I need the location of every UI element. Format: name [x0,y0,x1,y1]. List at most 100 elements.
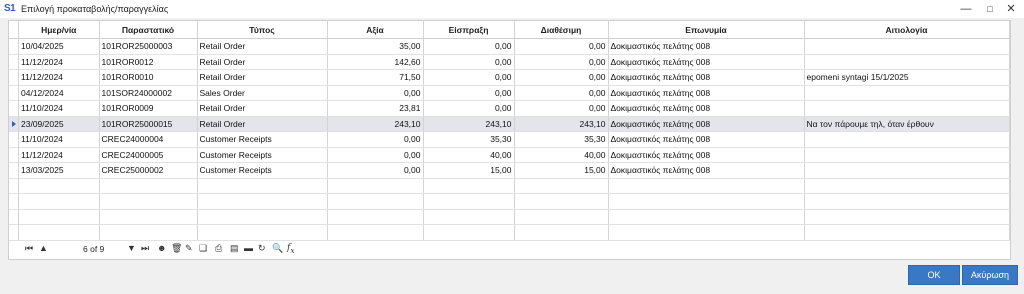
table-cell[interactable]: CREC24000005 [99,147,198,163]
function-icon[interactable]: fx [287,242,295,257]
table-cell[interactable]: 0,00 [514,100,609,117]
table-row[interactable]: 11/12/2024 CREC24000005 Customer Receipts 0… [19,147,1010,163]
table-cell[interactable]: 10/04/2025 [19,38,100,55]
table-cell[interactable]: Customer Receipts [197,162,328,179]
table-cell[interactable]: Δοκιμαστικός πελάτης 008 [608,116,805,132]
table-cell[interactable]: 142,60 [327,54,424,70]
column-header[interactable]: Είσπραξη [423,21,515,39]
table-cell[interactable]: 0,00 [423,54,515,70]
column-header[interactable]: Διαθέσιμη [514,21,609,39]
row-indicator[interactable] [9,163,19,179]
document-icon[interactable]: ▤ [230,242,239,254]
table-cell[interactable]: 11/10/2024 [19,131,100,148]
table-cell[interactable]: 11/12/2024 [19,54,100,70]
table-cell[interactable]: 0,00 [514,85,609,101]
table-cell[interactable]: 101ROR0010 [99,69,198,86]
table-cell[interactable] [804,100,1010,117]
table-row[interactable]: 10/04/2025 101ROR25000003 Retail Order 35,0… [19,38,1010,55]
table-cell[interactable]: Δοκιμαστικός πελάτης 008 [608,162,805,179]
column-header[interactable]: Ημερ/νία [19,21,100,39]
table-cell[interactable]: 23,81 [327,100,424,117]
table-row[interactable]: 23/09/2025 101ROR25000015 Retail Order 243,… [19,116,1010,132]
table-cell[interactable]: 101SOR24000002 [99,85,198,101]
table-cell[interactable]: Δοκιμαστικός πελάτης 008 [608,85,805,101]
user-icon[interactable]: ☻ [157,242,166,254]
column-header[interactable]: Αξία [327,21,424,39]
next-record-icon[interactable]: ▼ [127,242,136,254]
table-row[interactable]: 11/12/2024 101ROR0012 Retail Order 142,60 0,… [19,54,1010,70]
table-cell[interactable]: 35,30 [423,131,515,148]
table-cell[interactable]: 40,00 [514,147,609,163]
table-cell[interactable]: 13/03/2025 [19,162,100,179]
table-row[interactable]: 11/10/2024 CREC24000004 Customer Receipts 0… [19,131,1010,148]
table-cell[interactable]: 0,00 [327,162,424,179]
table-cell[interactable]: Retail Order [197,116,328,132]
table-cell[interactable]: Retail Order [197,100,328,117]
ok-button[interactable]: OK [908,265,960,285]
row-indicator[interactable] [9,132,19,148]
table-cell[interactable]: 0,00 [423,38,515,55]
table-cell[interactable]: 0,00 [423,100,515,117]
minimize-icon[interactable]: — [955,0,977,18]
table-cell[interactable]: Δοκιμαστικός πελάτης 008 [608,69,805,86]
table-cell[interactable]: 0,00 [514,54,609,70]
table-cell[interactable]: 0,00 [514,69,609,86]
copy-icon[interactable]: ❏ [199,242,207,254]
row-indicator[interactable] [9,101,19,117]
table-cell[interactable]: Retail Order [197,38,328,55]
row-indicator[interactable] [9,85,19,101]
row-indicator[interactable] [9,147,19,163]
first-record-icon[interactable]: ⏮ [25,242,33,254]
previous-record-icon[interactable]: ▲ [39,242,48,254]
search-icon[interactable]: 🔍 [272,242,283,254]
table-cell[interactable]: 35,00 [327,38,424,55]
column-header[interactable]: Επωνυμία [608,21,805,39]
table-cell[interactable]: 11/12/2024 [19,69,100,86]
table-cell[interactable] [804,147,1010,163]
table-cell[interactable]: 0,00 [327,85,424,101]
table-cell[interactable]: 0,00 [423,69,515,86]
table-cell[interactable]: 101ROR0012 [99,54,198,70]
delete-icon[interactable]: 🗑 [171,242,182,254]
table-cell[interactable]: Customer Receipts [197,147,328,163]
table-cell[interactable]: 11/10/2024 [19,100,100,117]
cancel-button[interactable]: Ακύρωση [962,265,1018,285]
row-indicator[interactable] [9,54,19,70]
table-cell[interactable] [804,85,1010,101]
current-row-indicator-icon[interactable] [9,116,19,132]
table-cell[interactable]: Retail Order [197,69,328,86]
export-icon[interactable]: ▬ [244,242,253,254]
table-cell[interactable]: CREC24000004 [99,131,198,148]
table-cell[interactable]: epomeni syntagi 15/1/2025 [804,69,1010,86]
table-cell[interactable]: 101ROR25000015 [99,116,198,132]
row-indicator[interactable] [9,70,19,86]
table-cell[interactable]: 0,00 [327,147,424,163]
table-cell[interactable]: Δοκιμαστικός πελάτης 008 [608,131,805,148]
table-cell[interactable] [804,54,1010,70]
table-cell[interactable]: 243,10 [514,116,609,132]
table-cell[interactable]: 243,10 [423,116,515,132]
table-cell[interactable]: 35,30 [514,131,609,148]
table-row[interactable]: 04/12/2024 101SOR24000002 Sales Order 0,00 0… [19,85,1010,101]
table-cell[interactable]: Να τον πάρουμε τηλ, όταν έρθουν [804,116,1010,132]
table-cell[interactable]: Δοκιμαστικός πελάτης 008 [608,38,805,55]
table-cell[interactable]: 101ROR25000003 [99,38,198,55]
table-cell[interactable]: Customer Receipts [197,131,328,148]
table-cell[interactable]: 0,00 [514,38,609,55]
table-cell[interactable]: Retail Order [197,54,328,70]
column-header[interactable]: Αιτιολογία [804,21,1010,39]
table-cell[interactable]: 101ROR0009 [99,100,198,117]
table-cell[interactable]: Δοκιμαστικός πελάτης 008 [608,54,805,70]
table-row[interactable]: 11/12/2024 101ROR0010 Retail Order 71,50 0,0… [19,69,1010,86]
table-cell[interactable]: 04/12/2024 [19,85,100,101]
column-header[interactable]: Τύπος [197,21,328,39]
table-row[interactable]: 13/03/2025 CREC25000002 Customer Receipts 0… [19,162,1010,179]
row-indicator[interactable] [9,39,19,55]
table-cell[interactable]: 243,10 [327,116,424,132]
table-cell[interactable]: 0,00 [327,131,424,148]
table-cell[interactable]: Sales Order [197,85,328,101]
table-cell[interactable]: CREC25000002 [99,162,198,179]
table-cell[interactable] [804,38,1010,55]
table-cell[interactable]: 11/12/2024 [19,147,100,163]
table-cell[interactable]: Δοκιμαστικός πελάτης 008 [608,147,805,163]
